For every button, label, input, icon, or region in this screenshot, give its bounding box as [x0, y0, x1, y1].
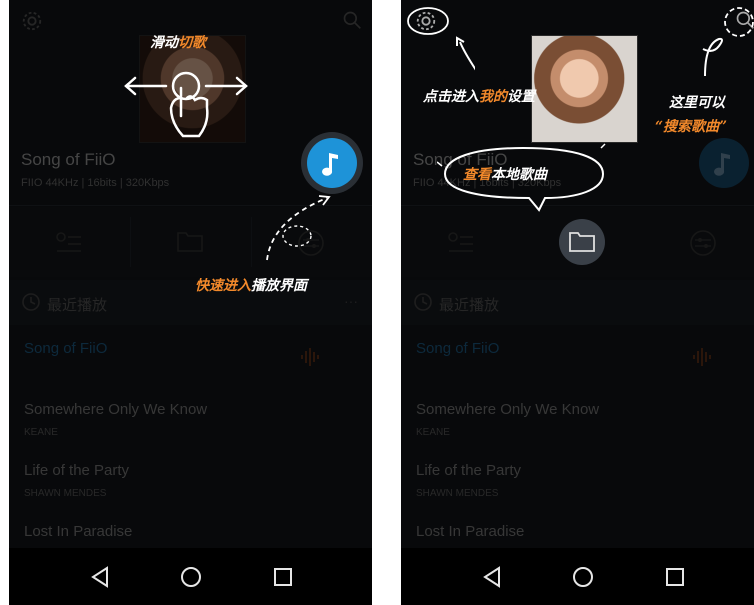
waveform-icon	[301, 348, 319, 366]
album-art[interactable]	[531, 35, 638, 143]
list-item[interactable]: Somewhere Only We Know KEANE	[9, 401, 372, 461]
list-item[interactable]: Life of the Party SHAWN MENDES	[401, 462, 754, 522]
android-nav-bar	[401, 548, 754, 605]
browse-annotation: 查看本地歌曲	[463, 167, 547, 183]
more-button[interactable]: ···	[344, 293, 358, 309]
search-icon[interactable]	[342, 10, 362, 35]
tab-playlists[interactable]	[9, 207, 130, 277]
android-nav-bar	[9, 548, 372, 605]
list-item[interactable]: Song of FiiO	[9, 340, 372, 400]
song-artist: KEANE	[24, 427, 58, 438]
song-title: Life of the Party	[24, 462, 130, 479]
now-playing-title: Song of FiiO	[21, 150, 116, 169]
play-screen-button[interactable]	[699, 138, 749, 188]
waveform-icon	[693, 348, 711, 366]
song-artist: KEANE	[416, 427, 450, 438]
list-item[interactable]: Somewhere Only We Know KEANE	[401, 401, 754, 461]
recent-played-header[interactable]: 最近播放	[401, 280, 754, 325]
music-note-icon	[322, 153, 338, 176]
recent-played-header[interactable]: 最近播放 ···	[9, 280, 372, 325]
song-artist: SHAWN MENDES	[24, 488, 107, 499]
arrow-icon	[407, 7, 475, 71]
song-title: Song of FiiO	[24, 340, 108, 357]
swipe-hand-icon	[124, 71, 248, 138]
play-screen-button[interactable]	[307, 138, 357, 188]
home-icon[interactable]	[180, 566, 202, 588]
arrow-icon	[266, 195, 331, 261]
folder-icon	[569, 232, 595, 252]
quick-play-annotation: 快速进入播放界面	[195, 278, 307, 294]
tab-folders[interactable]	[522, 207, 643, 277]
swipe-annotation: 滑动切歌	[150, 35, 206, 51]
playlist-icon	[56, 232, 81, 252]
tab-playlists[interactable]	[401, 207, 522, 277]
recents-icon[interactable]	[273, 567, 293, 587]
equalizer-icon	[690, 230, 716, 256]
recent-played-label: 最近播放	[439, 297, 500, 314]
recent-played-label: 最近播放	[47, 297, 108, 314]
tab-folders[interactable]	[130, 207, 251, 277]
search-annotation-line1: 这里可以	[669, 95, 725, 111]
now-playing-meta: FIIO 44KHz | 16bits | 320Kbps	[21, 177, 170, 189]
settings-annotation: 点击进入我的设置	[423, 89, 535, 105]
list-item[interactable]: Song of FiiO	[401, 340, 754, 400]
category-tabs	[401, 207, 754, 277]
song-title: Somewhere Only We Know	[24, 401, 208, 418]
arrow-icon	[702, 7, 754, 77]
list-item[interactable]: Life of the Party SHAWN MENDES	[9, 462, 372, 522]
song-title: Lost In Paradise	[24, 523, 133, 540]
playlist-icon	[448, 232, 473, 252]
clock-icon	[22, 293, 40, 311]
song-title: Life of the Party	[416, 462, 522, 479]
home-icon[interactable]	[572, 566, 594, 588]
recents-icon[interactable]	[665, 567, 685, 587]
back-icon[interactable]	[90, 566, 110, 588]
search-annotation-line2: “搜索歌曲”	[655, 119, 728, 135]
song-title: Song of FiiO	[416, 340, 500, 357]
tab-equalizer[interactable]	[643, 207, 754, 277]
screen-left: Song of FiiO FIIO 44KHz | 16bits | 320Kb…	[9, 0, 372, 605]
screen-right: Song of FiiO FIIO 44KHz | 16bits | 320Kb…	[401, 0, 754, 605]
folder-icon	[177, 232, 203, 252]
gear-icon[interactable]	[21, 10, 43, 37]
clock-icon	[414, 293, 432, 311]
song-title: Lost In Paradise	[416, 523, 525, 540]
back-icon[interactable]	[482, 566, 502, 588]
song-artist: SHAWN MENDES	[416, 488, 499, 499]
music-note-icon	[714, 153, 730, 176]
song-title: Somewhere Only We Know	[416, 401, 600, 418]
